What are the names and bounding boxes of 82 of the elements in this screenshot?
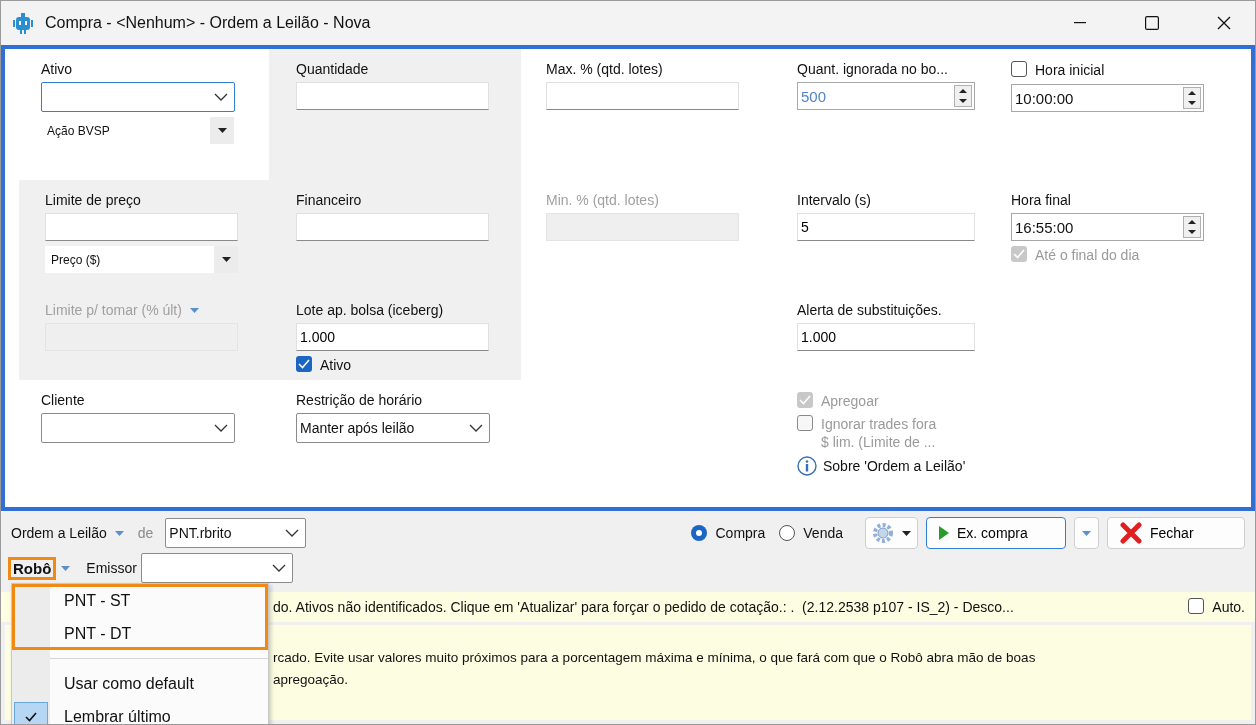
maximize-icon [1145, 16, 1159, 30]
caret-icon [114, 530, 124, 536]
checkbox-label: Até o final do dia [1035, 246, 1140, 264]
caret-icon [1082, 530, 1091, 536]
checkbox-label: Auto. [1212, 598, 1245, 616]
spin-arrows-icon[interactable] [1183, 216, 1201, 238]
spin-field[interactable]: 500 [797, 82, 975, 110]
radio-label: Venda [803, 525, 843, 541]
field-label: Lote ap. bolsa (iceberg) [296, 302, 445, 318]
chevron-icon [214, 424, 228, 432]
menu-item[interactable]: Usar como default [12, 667, 268, 700]
checkbox-label: Apregoar [821, 392, 879, 410]
field-label: Cliente [41, 392, 86, 408]
caret-icon [217, 128, 227, 133]
spin-field[interactable]: 10:00:00 [1011, 84, 1204, 112]
dropdown[interactable] [41, 82, 235, 112]
status-message: do. Ativos não identificados. Clique em 'Atualizar' para forçar o pedido de cotação.: . (2.12.2538 p107 - IS_2) - Desco... [273, 599, 1015, 615]
menu-item[interactable]: PNT - ST [12, 584, 268, 617]
spin-field[interactable]: 16:55:00 [1011, 213, 1204, 241]
from-label: de [137, 525, 154, 541]
settings-icon [872, 522, 894, 544]
caret-icon [221, 257, 231, 262]
checkbox-label: Hora inicial [1035, 61, 1105, 79]
field-label: Quantidade [296, 61, 370, 77]
dropdown[interactable]: Preço ($) [45, 246, 238, 273]
radio-button[interactable] [691, 525, 708, 541]
input-field[interactable] [45, 213, 238, 241]
window-title: Compra - <Nenhum> - Ordem a Leilão - Nova [45, 14, 372, 32]
settings-button[interactable] [865, 517, 918, 549]
input-field[interactable]: 1.000 [296, 323, 489, 351]
chevron-icon [271, 564, 286, 572]
checkbox-label: Ignorar trades fora $ lim. (Limite de ... [821, 415, 937, 451]
field-label: Hora final [1011, 192, 1072, 208]
caret-icon [61, 565, 71, 571]
execute-button[interactable]: Ex. compra [926, 517, 1066, 549]
checkbox[interactable] [1011, 61, 1027, 77]
field-label: Intervalo (s) [797, 192, 872, 208]
close-icon [1120, 522, 1142, 544]
issuer-dropdown[interactable] [140, 553, 293, 583]
dropdown[interactable] [41, 413, 235, 443]
info-link[interactable]: Sobre 'Ordem a Leilão' [823, 458, 966, 474]
field-label: Quant. ignorada no bo... [797, 61, 949, 77]
split-dropdown-button[interactable] [1074, 517, 1099, 549]
field-label: Financeiro [296, 192, 363, 208]
caret-icon [189, 307, 199, 313]
input-field[interactable] [546, 82, 739, 110]
strategy-label[interactable]: Ordem a Leilão [11, 525, 107, 541]
info-icon [797, 456, 817, 476]
menu-item[interactable]: Lembrar último [12, 700, 268, 724]
chevron-icon [285, 529, 300, 537]
robot-icon [11, 11, 35, 35]
robot-menu-label[interactable]: Robô [11, 559, 54, 577]
field-label: Alerta de substituições. [797, 302, 943, 318]
play-icon [939, 526, 949, 540]
chevron-icon [469, 424, 483, 432]
field-label: Restrição de horário [296, 392, 424, 408]
minimize-icon [1074, 22, 1086, 24]
chevron-icon [214, 93, 228, 101]
checkbox-label: Ativo [320, 356, 352, 374]
field-label: Limite de preço [45, 192, 142, 208]
spin-arrows-icon[interactable] [954, 85, 972, 107]
field-label: Min. % (qtd. lotes) [546, 192, 660, 208]
close-icon [1217, 16, 1231, 30]
check-icon [14, 702, 48, 724]
caret-icon [902, 530, 911, 536]
info-message: rcado. Evite usar valores muito próximos para a porcentagem máxima e mínima, o que fará com que o Robô abra mão de boas apregoação. [273, 649, 1037, 689]
field-label: Ativo [41, 61, 74, 77]
input-field[interactable] [296, 213, 489, 241]
checkbox[interactable] [296, 356, 312, 372]
dropdown[interactable]: Manter após leilão [296, 413, 490, 443]
radio-label: Compra [715, 525, 766, 541]
field-label: Max. % (qtd. lotes) [546, 61, 664, 77]
issuer-label: Emissor [86, 560, 137, 576]
radio-button[interactable] [779, 525, 796, 541]
checkbox[interactable] [1188, 598, 1205, 614]
close-order-button[interactable]: Fechar [1107, 517, 1245, 549]
input-field[interactable] [296, 82, 489, 110]
account-dropdown[interactable]: PNT.rbrito [165, 518, 307, 548]
input-field[interactable]: 5 [797, 213, 975, 241]
menu-item[interactable]: PNT - DT [12, 617, 268, 650]
input-field[interactable]: 1.000 [797, 323, 975, 351]
spin-arrows-icon[interactable] [1183, 87, 1201, 109]
